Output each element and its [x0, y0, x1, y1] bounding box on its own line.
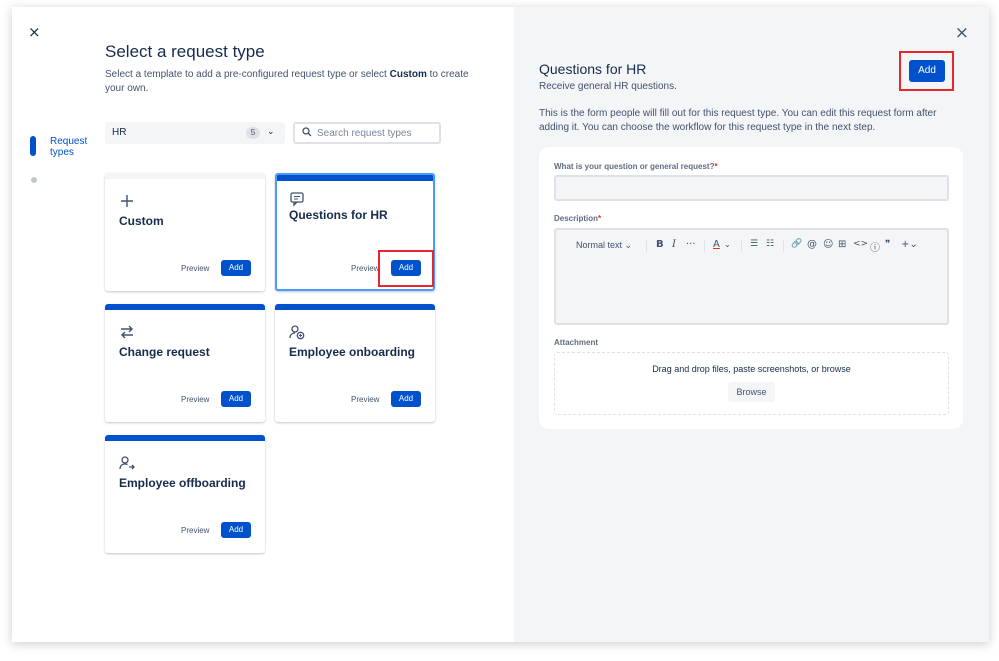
add-button[interactable]: Add: [391, 391, 421, 407]
category-select[interactable]: HR 5 ⌄: [105, 122, 285, 144]
quote-icon[interactable]: ❞: [885, 239, 890, 250]
person-add-icon: [289, 324, 305, 340]
link-icon[interactable]: 🔗: [791, 239, 802, 249]
person-leave-icon: [119, 455, 135, 471]
text-style-dropdown[interactable]: Normal text ⌄: [576, 240, 632, 251]
card-title: Questions for HR: [289, 208, 388, 222]
preview-title: Questions for HR: [539, 61, 647, 77]
mention-icon[interactable]: @: [807, 239, 817, 250]
chevron-down-icon: ⌄: [267, 127, 275, 137]
table-icon[interactable]: ⊞: [838, 239, 846, 250]
message-icon: [289, 191, 305, 207]
step-indicator-next: [31, 177, 37, 183]
preview-panel: × Questions for HR Receive general HR qu…: [514, 7, 989, 642]
description-editor[interactable]: Normal text ⌄ B I ··· A ⌄ ☰ ☷ 🔗 @ ☺ ⊞ <>…: [554, 228, 949, 325]
question-input[interactable]: [554, 175, 949, 201]
card-title: Custom: [119, 214, 164, 228]
swap-icon: [119, 324, 135, 340]
page-title: Select a request type: [105, 42, 265, 61]
chevron-down-icon[interactable]: ⌄: [724, 240, 731, 249]
emoji-icon[interactable]: ☺: [823, 239, 833, 250]
preview-link[interactable]: Preview: [351, 395, 379, 404]
italic-icon[interactable]: I: [672, 239, 676, 250]
highlight-box: [899, 51, 954, 91]
step-indicator-active: [30, 136, 36, 156]
request-type-selector: × Select a request type Select a templat…: [12, 7, 514, 642]
editor-toolbar: Normal text ⌄ B I ··· A ⌄ ☰ ☷ 🔗 @ ☺ ⊞ <>…: [556, 236, 947, 256]
bullet-list-icon[interactable]: ☰: [750, 239, 758, 249]
add-button[interactable]: Add: [221, 391, 251, 407]
add-button[interactable]: Add: [221, 522, 251, 538]
card-title: Employee offboarding: [119, 476, 246, 490]
search-input[interactable]: [317, 126, 437, 140]
step-request-types[interactable]: Request types: [50, 136, 87, 158]
card-change-request[interactable]: Change request Preview Add: [105, 304, 265, 422]
preview-link[interactable]: Preview: [181, 395, 209, 404]
attachment-dropzone[interactable]: Drag and drop files, paste screenshots, …: [554, 352, 949, 415]
close-icon[interactable]: ×: [955, 23, 969, 43]
add-button[interactable]: Add: [221, 260, 251, 276]
code-icon[interactable]: <>: [853, 239, 868, 249]
page-subtitle: Select a template to add a pre-configure…: [105, 69, 469, 94]
close-icon[interactable]: ×: [28, 25, 41, 40]
more-formatting-icon[interactable]: ···: [686, 239, 696, 250]
description-label: Description*: [554, 214, 602, 223]
search-icon: [302, 127, 312, 140]
numbered-list-icon[interactable]: ☷: [766, 239, 774, 249]
request-form-preview: What is your question or general request…: [539, 147, 963, 429]
card-employee-offboarding[interactable]: Employee offboarding Preview Add: [105, 435, 265, 553]
card-employee-onboarding[interactable]: Employee onboarding Preview Add: [275, 304, 435, 422]
preview-subtitle: Receive general HR questions.: [539, 81, 677, 92]
card-title: Change request: [119, 345, 210, 359]
preview-link[interactable]: Preview: [351, 264, 379, 273]
preview-link[interactable]: Preview: [181, 264, 209, 273]
info-icon[interactable]: ⓘ: [870, 239, 880, 254]
card-custom[interactable]: Custom Preview Add: [105, 173, 265, 291]
bold-icon[interactable]: B: [656, 239, 664, 250]
plus-icon: [119, 193, 135, 209]
modal: × Select a request type Select a templat…: [12, 7, 989, 642]
dropzone-text: Drag and drop files, paste screenshots, …: [652, 364, 851, 374]
text-color-icon[interactable]: A: [713, 239, 720, 250]
attachment-label: Attachment: [554, 338, 599, 347]
browse-button[interactable]: Browse: [728, 382, 775, 402]
highlight-box: [378, 250, 434, 287]
insert-icon[interactable]: +⌄: [901, 239, 918, 250]
card-title: Employee onboarding: [289, 345, 416, 359]
preview-description: This is the form people will fill out fo…: [539, 108, 937, 133]
category-count-badge: 5: [246, 127, 260, 139]
question-label: What is your question or general request…: [554, 162, 718, 171]
category-value: HR: [112, 127, 127, 138]
search-field[interactable]: [293, 122, 441, 144]
preview-link[interactable]: Preview: [181, 526, 209, 535]
